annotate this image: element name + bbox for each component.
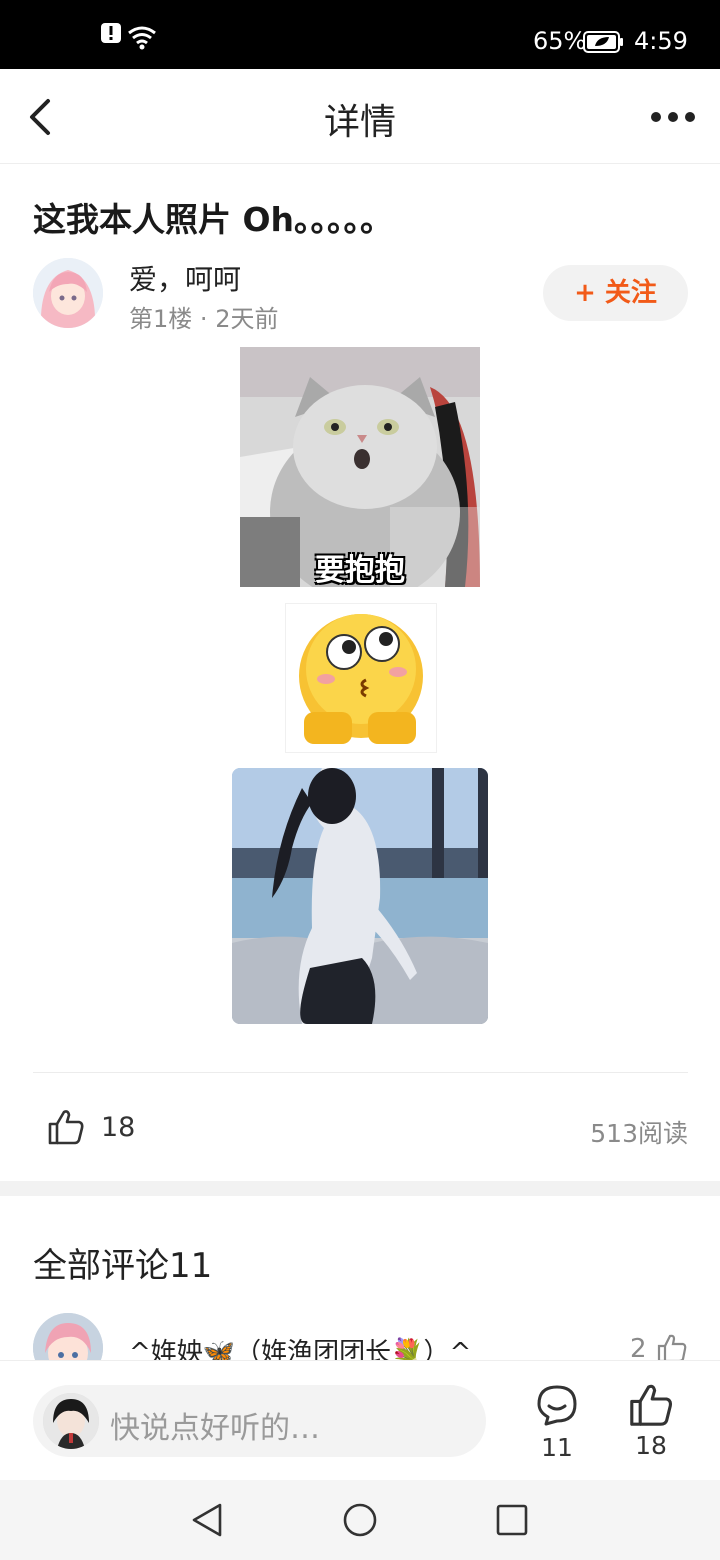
battery-icon bbox=[583, 31, 623, 53]
avatar-image bbox=[43, 1393, 99, 1449]
comment-count: 11 bbox=[541, 1433, 573, 1462]
nav-back-icon[interactable] bbox=[190, 1502, 224, 1538]
comment-input[interactable]: 快说点好听的… bbox=[33, 1385, 486, 1457]
status-bar: 65% 4:59 bbox=[0, 0, 720, 69]
system-nav-bar bbox=[0, 1480, 720, 1560]
thumbs-up-icon bbox=[630, 1384, 672, 1426]
input-placeholder: 快说点好听的… bbox=[110, 1411, 320, 1446]
photo-image[interactable] bbox=[232, 768, 488, 1024]
avatar-image bbox=[33, 258, 103, 328]
section-separator bbox=[0, 1181, 720, 1196]
wifi-icon bbox=[128, 26, 156, 50]
girl-photo-illustration bbox=[232, 768, 488, 1024]
post-meta: 第1楼 · 2天前 bbox=[129, 299, 278, 334]
post-title: 这我本人照片 Oh。。。。。 bbox=[33, 200, 394, 239]
author-avatar[interactable] bbox=[33, 258, 103, 328]
divider bbox=[33, 1072, 688, 1073]
comments-header: 全部评论11 bbox=[33, 1246, 213, 1286]
like-button[interactable]: 18 bbox=[626, 1381, 676, 1471]
clock: 4:59 bbox=[634, 27, 688, 55]
comment-bubble-icon bbox=[537, 1385, 577, 1426]
emoji-face-illustration bbox=[299, 614, 423, 744]
more-button[interactable] bbox=[648, 105, 698, 129]
bottom-action-bar: 快说点好听的… 11 18 bbox=[0, 1360, 720, 1481]
my-avatar bbox=[43, 1393, 99, 1449]
comment-button[interactable]: 11 bbox=[532, 1381, 582, 1471]
meme-caption: 要抱抱 bbox=[315, 553, 405, 587]
nav-recents-icon[interactable] bbox=[495, 1503, 529, 1537]
post-like-count: 18 bbox=[101, 1112, 136, 1143]
meta-separator: · bbox=[199, 305, 208, 333]
battery-percent: 65% bbox=[533, 27, 587, 55]
alert-icon bbox=[101, 23, 121, 43]
author-name[interactable]: 爱，呵呵 bbox=[129, 258, 241, 298]
post-time: 2天前 bbox=[215, 305, 279, 333]
floor-label: 第1楼 bbox=[129, 305, 193, 333]
emoji-sticker-image[interactable] bbox=[285, 603, 437, 753]
more-dots-icon bbox=[651, 112, 695, 122]
page-title: 详情 bbox=[323, 102, 396, 143]
top-nav: 详情 bbox=[0, 69, 720, 164]
like-count: 18 bbox=[635, 1431, 667, 1460]
read-count: 513阅读 bbox=[590, 1119, 688, 1148]
follow-button[interactable]: + 关注 bbox=[543, 265, 688, 321]
thumbs-up-icon[interactable] bbox=[46, 1107, 86, 1147]
cat-meme-image[interactable]: 要抱抱 bbox=[240, 347, 480, 587]
nav-home-icon[interactable] bbox=[342, 1502, 378, 1538]
